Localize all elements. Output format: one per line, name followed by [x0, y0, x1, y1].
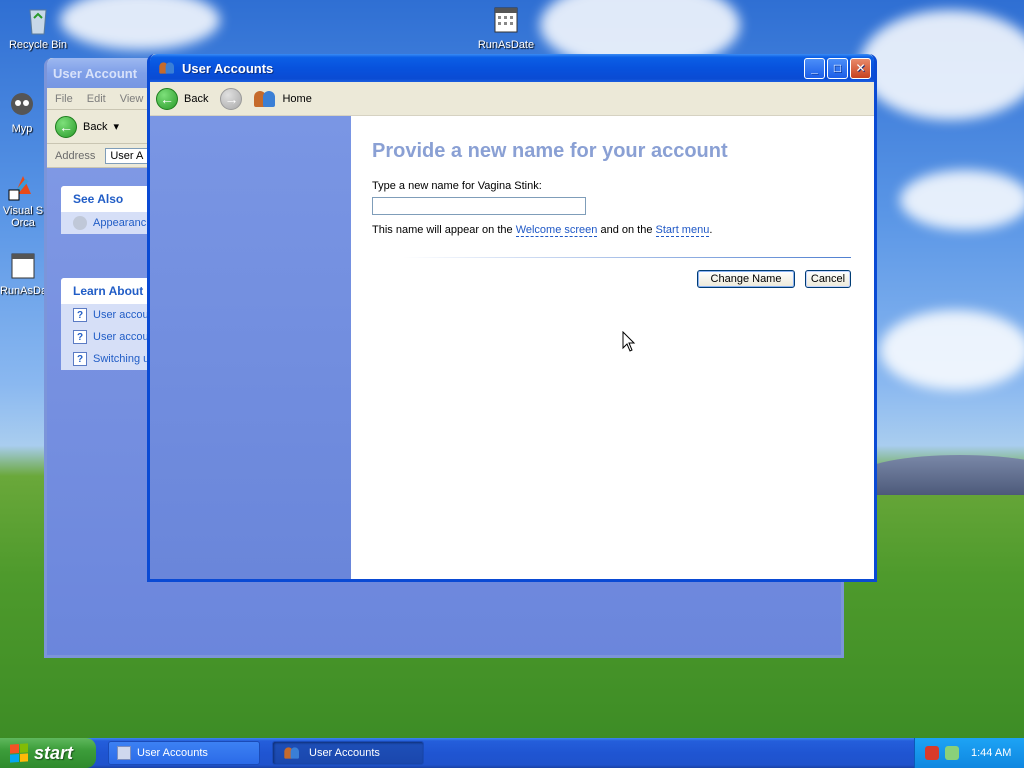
change-name-button[interactable]: Change Name [697, 270, 795, 288]
distant-hills [860, 455, 1024, 495]
back-arrow-icon[interactable]: ← [55, 115, 77, 138]
desktop-icon-label: RunAsDa [0, 285, 48, 297]
raccoon-icon [11, 93, 33, 115]
back-button[interactable]: ← Back [156, 87, 209, 110]
desktop-icon-myp[interactable]: Myp [0, 88, 44, 135]
system-tray: 1:44 AM [914, 738, 1024, 768]
main-pane: Provide a new name for your account Type… [351, 116, 874, 579]
start-label: start [34, 742, 74, 763]
cloud [880, 310, 1024, 390]
info-suffix: . [709, 224, 713, 236]
desktop-icon-label: Visual S Orca [2, 205, 44, 229]
menu-file[interactable]: File [55, 93, 73, 105]
cancel-button[interactable]: Cancel [805, 270, 851, 288]
user-accounts-window[interactable]: User Accounts _ □ ✕ ← Back → Home Provid… [147, 54, 877, 582]
start-menu-link[interactable]: Start menu [655, 224, 710, 237]
close-button[interactable]: ✕ [850, 57, 871, 79]
page-title: Provide a new name for your account [372, 140, 728, 162]
taskbar-item[interactable]: User Accounts [108, 741, 260, 765]
info-text: This name will appear on the Welcome scr… [372, 224, 713, 237]
desktop-icon-runasdate[interactable]: RunAsDate [470, 4, 542, 51]
window-content: Provide a new name for your account Type… [150, 116, 874, 579]
info-prefix: This name will appear on the [372, 224, 516, 236]
window-title: User Accounts [182, 60, 274, 76]
new-name-label: Type a new name for Vagina Stink: [372, 180, 542, 192]
window-titlebar[interactable]: User Accounts _ □ ✕ [150, 54, 874, 82]
desktop-icon-label: Myp [11, 123, 33, 135]
start-button[interactable]: start [0, 738, 96, 768]
address-label: Address [55, 149, 96, 162]
back-button-label[interactable]: Back [83, 121, 107, 133]
minimize-button[interactable]: _ [804, 57, 825, 79]
learn-about-item-label: User accou [93, 309, 149, 321]
recycle-bin-icon [29, 9, 47, 35]
forward-button[interactable]: → [220, 87, 243, 110]
welcome-screen-link[interactable]: Welcome screen [515, 224, 598, 237]
visual-studio-shortcut-icon [8, 176, 31, 201]
side-pane [150, 116, 351, 579]
taskbar-item-label: User Accounts [309, 747, 380, 759]
navigation-bar: ← Back → Home [150, 82, 874, 116]
network-icon[interactable] [945, 746, 959, 760]
home-button[interactable]: Home [254, 89, 312, 109]
address-field[interactable]: User A [105, 147, 149, 164]
desktop-icon-label: Recycle Bin [8, 39, 68, 51]
calendar-icon [11, 253, 35, 279]
menu-edit[interactable]: Edit [87, 93, 106, 105]
desktop-icon-visual-studio[interactable]: Visual S Orca [0, 170, 46, 229]
menu-view[interactable]: View [120, 93, 144, 105]
back-arrow-icon: ← [156, 87, 178, 110]
divider [403, 257, 851, 258]
clock[interactable]: 1:44 AM [971, 747, 1011, 759]
help-icon: ? [73, 352, 87, 366]
desktop-icon-label: RunAsDate [477, 39, 535, 51]
window-title: User Account [53, 65, 138, 81]
back-button-label: Back [184, 92, 209, 105]
learn-about-item-label: Switching u [93, 353, 150, 365]
new-name-input[interactable] [372, 197, 586, 215]
security-shield-icon[interactable] [925, 746, 939, 760]
home-button-label: Home [282, 92, 312, 105]
control-panel-icon [117, 746, 131, 760]
appearance-icon [73, 216, 87, 230]
cloud [60, 0, 220, 50]
home-users-icon [254, 89, 276, 109]
desktop-icon-runasdate-2[interactable]: RunAsDa [0, 250, 48, 297]
desktop-icon-recycle-bin[interactable]: Recycle Bin [2, 4, 74, 51]
info-middle: and on the [597, 224, 656, 236]
learn-about-item-label: User accou [93, 331, 149, 343]
taskbar-item-active[interactable]: User Accounts [272, 741, 424, 765]
mouse-cursor-icon [622, 331, 636, 352]
calendar-icon [494, 7, 518, 33]
taskbar-item-label: User Accounts [137, 747, 208, 759]
chevron-down-icon[interactable]: ▾ [113, 120, 119, 133]
help-icon: ? [73, 330, 87, 344]
cloud [900, 170, 1024, 230]
cloud [860, 10, 1024, 120]
maximize-button[interactable]: □ [827, 57, 848, 79]
user-accounts-icon [159, 61, 174, 75]
help-icon: ? [73, 308, 87, 322]
user-accounts-icon [284, 746, 300, 760]
windows-logo-icon [10, 743, 28, 763]
see-also-item-label: Appearanc [93, 217, 147, 229]
taskbar: start User Accounts User Accounts 1:44 A… [0, 738, 1024, 768]
forward-arrow-icon: → [220, 87, 243, 110]
